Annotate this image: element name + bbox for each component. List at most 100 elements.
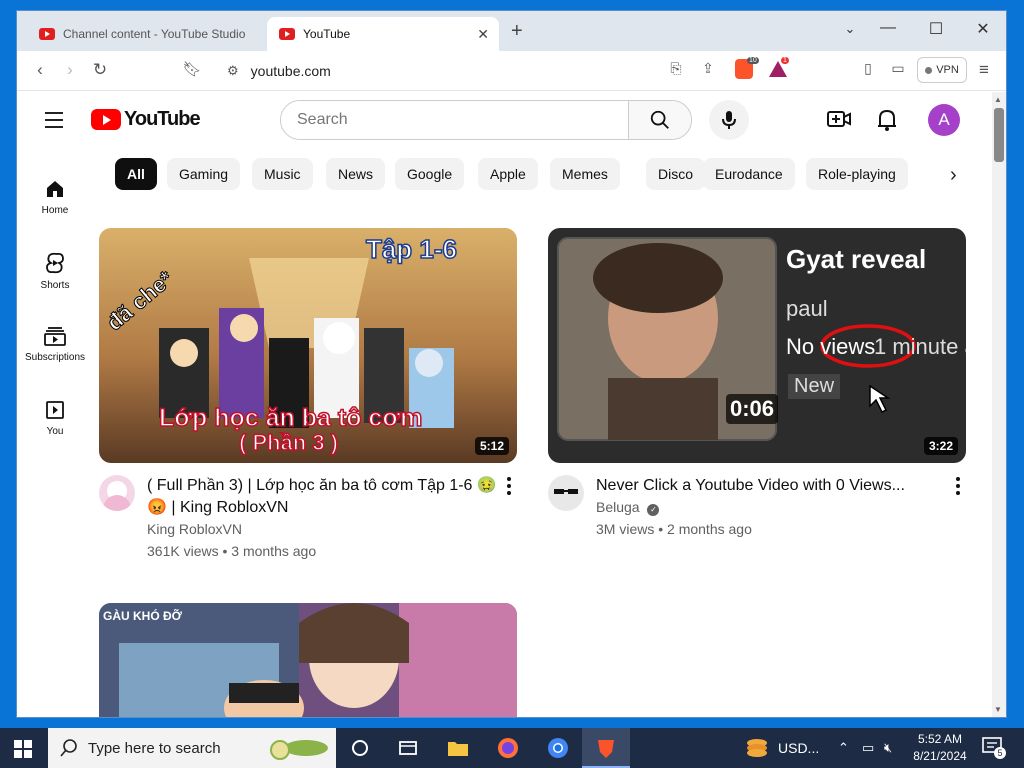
reload-button[interactable]: ↻: [89, 60, 111, 80]
search-input[interactable]: [281, 101, 628, 139]
more-options-icon[interactable]: [507, 477, 511, 498]
volume-muted-icon[interactable]: 🔇︎: [884, 728, 892, 768]
guide-item-subscriptions[interactable]: Subscriptions: [17, 326, 93, 363]
new-tab-button[interactable]: +: [511, 20, 523, 43]
chip-music[interactable]: Music: [252, 158, 313, 190]
chip-all[interactable]: All: [115, 158, 157, 190]
youtube-logo[interactable]: YouTube: [91, 108, 201, 131]
notifications-button[interactable]: [877, 108, 897, 137]
brave-icon: [598, 740, 614, 758]
video-thumbnail[interactable]: Tập 1-6 đã che* Lớp học ăn ba tô cơm ( P…: [99, 228, 517, 463]
menu-icon[interactable]: ≡: [973, 60, 995, 80]
video-card-2[interactable]: Gyat reveal paul No views 1 minute ago N…: [548, 228, 966, 563]
guide-item-shorts[interactable]: Shorts: [17, 252, 93, 291]
currency-coins-icon: [747, 739, 767, 757]
video-card-1[interactable]: Tập 1-6 đã che* Lớp học ăn ba tô cơm ( P…: [99, 228, 517, 563]
chip-google[interactable]: Google: [395, 158, 465, 190]
bookmark-icon[interactable]: 🔖︎: [181, 60, 203, 78]
video-thumbnail[interactable]: Gyat reveal paul No views 1 minute ago N…: [548, 228, 966, 463]
microphone-icon: [722, 111, 736, 129]
chip-role-playing[interactable]: Role-playing: [806, 158, 908, 190]
task-view-icon[interactable]: [348, 736, 372, 760]
share-icon[interactable]: ⇪: [697, 60, 719, 77]
guide-item-home[interactable]: Home: [17, 179, 93, 216]
thumb-channel: paul: [786, 296, 828, 321]
weather-widget[interactable]: USD...: [744, 728, 819, 768]
network-icon[interactable]: ▭: [862, 728, 874, 768]
home-icon: [47, 181, 63, 197]
chip-eurodance[interactable]: Eurodance: [703, 158, 795, 190]
windows-start-icon[interactable]: [14, 740, 32, 758]
channel-name-text: Beluga: [596, 499, 640, 515]
firefox-icon[interactable]: [496, 736, 520, 760]
scrollbar-thumb[interactable]: [994, 108, 1004, 162]
taskbar-search-placeholder: Type here to search: [88, 739, 221, 757]
video-title[interactable]: Never Click a Youtube Video with 0 Views…: [596, 475, 946, 497]
taskbar-search-box[interactable]: Type here to search: [48, 728, 336, 768]
channel-avatar[interactable]: [548, 475, 584, 511]
brave-taskbar-button[interactable]: [582, 728, 630, 768]
chip-gaming[interactable]: Gaming: [167, 158, 241, 190]
vpn-status-dot: [925, 66, 933, 74]
wallet-icon[interactable]: ▭: [887, 60, 909, 77]
chevron-right-icon[interactable]: ›: [950, 164, 957, 187]
forward-button[interactable]: ›: [59, 60, 81, 80]
minimize-button[interactable]: —: [873, 19, 903, 37]
guide-label: Home: [41, 205, 69, 216]
create-button[interactable]: [827, 108, 851, 135]
video-stats: 3M views • 2 months ago: [596, 521, 752, 537]
video-meta: Never Click a Youtube Video with 0 Views…: [548, 463, 966, 563]
sidebar-toggle-icon[interactable]: ▯: [857, 60, 879, 77]
chip-memes[interactable]: Memes: [550, 158, 620, 190]
video-duration: 3:22: [923, 437, 958, 455]
chip-disco[interactable]: Disco: [646, 158, 706, 190]
back-button[interactable]: ‹: [29, 60, 51, 80]
thumb-views: No views: [786, 334, 876, 359]
search-button[interactable]: [628, 101, 691, 139]
hamburger-menu-icon[interactable]: [45, 112, 63, 133]
more-options-icon[interactable]: [956, 477, 960, 498]
youtube-page: YouTube A All Gaming Music: [17, 92, 992, 717]
voice-search-button[interactable]: [709, 100, 749, 140]
page-scrollbar[interactable]: ▲ ▼: [992, 92, 1006, 717]
chip-apple[interactable]: Apple: [478, 158, 538, 190]
taskbar-clock[interactable]: 5:52 AM 8/21/2024: [906, 731, 974, 765]
channel-avatar[interactable]: [99, 475, 135, 511]
scroll-down-icon[interactable]: ▼: [994, 705, 1002, 714]
file-explorer-icon[interactable]: [446, 736, 470, 760]
close-window-button[interactable]: ✕: [968, 19, 998, 39]
widgets-icon[interactable]: [396, 736, 420, 760]
notifications-icon[interactable]: 5: [982, 737, 1006, 759]
close-tab-icon[interactable]: ✕: [477, 26, 489, 43]
tray-overflow-icon[interactable]: ⌃: [838, 728, 849, 768]
windows-taskbar: Type here to search USD... ⌃ ▭ 🔇︎ 5:52 A…: [0, 728, 1024, 768]
tab-search-chevron-icon[interactable]: ⌄: [835, 21, 865, 37]
guide-label: You: [46, 426, 64, 437]
scroll-up-icon[interactable]: ▲: [994, 95, 1002, 104]
tab-youtube-studio[interactable]: Channel content - YouTube Studio: [27, 17, 267, 51]
thumb-overlay-top: Tập 1-6: [365, 233, 458, 265]
video-card-3[interactable]: GÀU KHÓ ĐỠ: [99, 603, 517, 717]
browser-window: Channel content - YouTube Studio YouTube…: [16, 10, 1007, 718]
thumb-overlay-line2: ( Phần 3 ): [238, 429, 339, 456]
site-info-icon[interactable]: ⚙: [227, 63, 239, 79]
shorts-icon: [46, 252, 64, 274]
channel-name[interactable]: Beluga ✓: [596, 499, 660, 516]
chip-news[interactable]: News: [326, 158, 386, 190]
vpn-button[interactable]: VPN: [917, 57, 967, 83]
chrome-icon[interactable]: [546, 736, 570, 760]
maximize-button[interactable]: ☐: [921, 19, 951, 39]
cucumber-search-highlight-icon: [270, 740, 328, 760]
vpn-label: VPN: [936, 64, 959, 76]
channel-avatar-image: [554, 489, 578, 494]
install-app-icon[interactable]: ⎘: [665, 60, 687, 77]
tab-youtube[interactable]: YouTube ✕: [267, 17, 499, 51]
video-thumbnail[interactable]: GÀU KHÓ ĐỠ: [99, 603, 517, 717]
channel-name[interactable]: King RobloxVN: [147, 521, 242, 537]
guide-item-you[interactable]: You: [17, 400, 93, 437]
account-avatar[interactable]: A: [928, 104, 960, 136]
video-stats: 361K views • 3 months ago: [147, 543, 317, 559]
youtube-favicon-icon: [39, 28, 55, 40]
video-title[interactable]: ( Full Phần 3) | Lớp học ăn ba tô cơm Tậ…: [147, 475, 497, 519]
thumb-overlay-line1: Lớp học ăn ba tô cơm: [158, 403, 423, 433]
